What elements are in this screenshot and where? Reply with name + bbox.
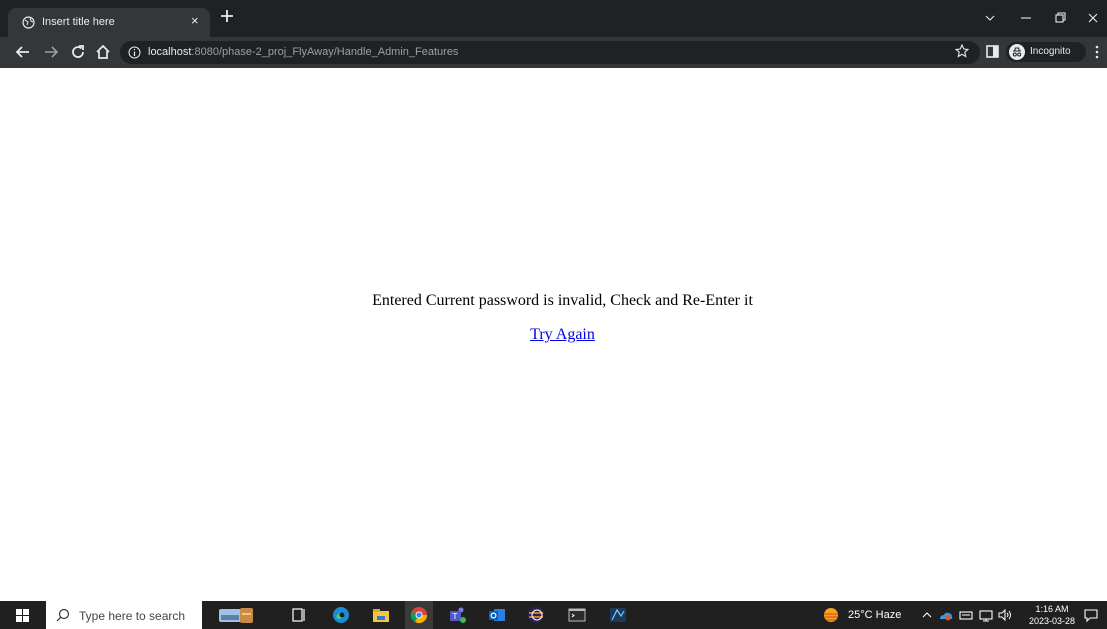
browser-titlebar: Insert title here ×	[0, 0, 1107, 37]
windows-taskbar: Type here to search T 25°C Haze 1:16 AM …	[0, 601, 1107, 629]
teams-icon[interactable]: T	[449, 606, 467, 624]
kebab-menu-icon[interactable]	[1095, 45, 1099, 59]
search-icon	[56, 608, 70, 622]
tab-title: Insert title here	[42, 16, 115, 28]
notification-icon[interactable]	[1083, 606, 1099, 624]
info-icon[interactable]	[128, 46, 141, 59]
plus-icon[interactable]	[220, 9, 234, 23]
chrome-icon[interactable]	[410, 606, 428, 624]
tab-close-icon[interactable]: ×	[191, 13, 199, 28]
display-icon[interactable]	[978, 606, 994, 624]
task-view-icon[interactable]	[292, 606, 306, 624]
try-again-paragraph: Try Again	[0, 326, 1107, 344]
file-explorer-icon[interactable]	[372, 606, 390, 624]
address-bar[interactable]: localhost:8080/phase-2_proj_FlyAway/Hand…	[120, 41, 980, 64]
chevron-down-icon[interactable]	[983, 11, 997, 25]
restore-icon[interactable]	[1053, 11, 1067, 25]
incognito-badge[interactable]: Incognito	[1006, 42, 1086, 62]
eclipse-icon[interactable]	[527, 606, 545, 624]
terminal-icon[interactable]	[568, 606, 586, 624]
news-widget-icon[interactable]	[218, 606, 254, 624]
edge-icon[interactable]	[332, 606, 350, 624]
browser-tab[interactable]: Insert title here ×	[8, 8, 210, 37]
home-icon[interactable]	[95, 44, 111, 60]
star-icon[interactable]	[955, 44, 969, 58]
windows-start-icon[interactable]	[16, 609, 29, 622]
incognito-label: Incognito	[1030, 46, 1071, 57]
page-content: Entered Current password is invalid, Che…	[0, 68, 1107, 601]
error-message: Entered Current password is invalid, Che…	[372, 292, 753, 309]
incognito-icon	[1009, 44, 1025, 60]
url-text[interactable]: localhost:8080/phase-2_proj_FlyAway/Hand…	[148, 46, 458, 58]
volume-icon[interactable]	[997, 606, 1013, 624]
minimize-icon[interactable]	[1019, 11, 1033, 25]
svg-text:T: T	[452, 612, 458, 621]
url-path: :8080/phase-2_proj_FlyAway/Handle_Admin_…	[191, 46, 459, 58]
weather-text[interactable]: 25°C Haze	[848, 609, 901, 621]
taskbar-search-box[interactable]: Type here to search	[46, 601, 202, 629]
chevron-up-icon[interactable]	[921, 606, 933, 624]
database-tool-icon[interactable]	[609, 606, 627, 624]
clock-date[interactable]: 2023-03-28	[1027, 616, 1077, 626]
back-arrow-icon[interactable]	[15, 44, 31, 60]
weather-icon[interactable]	[822, 606, 840, 624]
side-panel-icon[interactable]	[986, 45, 999, 58]
close-icon[interactable]	[1086, 11, 1100, 25]
globe-icon	[22, 16, 35, 29]
onedrive-icon[interactable]	[938, 606, 954, 624]
browser-toolbar: localhost:8080/phase-2_proj_FlyAway/Hand…	[0, 37, 1107, 68]
forward-arrow-icon[interactable]	[43, 44, 59, 60]
search-placeholder: Type here to search	[79, 609, 186, 623]
url-host: localhost	[148, 46, 192, 58]
clock-time[interactable]: 1:16 AM	[1027, 604, 1077, 614]
try-again-link[interactable]: Try Again	[530, 326, 595, 343]
reload-icon[interactable]	[70, 44, 86, 60]
network-icon[interactable]	[958, 606, 974, 624]
outlook-icon[interactable]	[488, 606, 506, 624]
